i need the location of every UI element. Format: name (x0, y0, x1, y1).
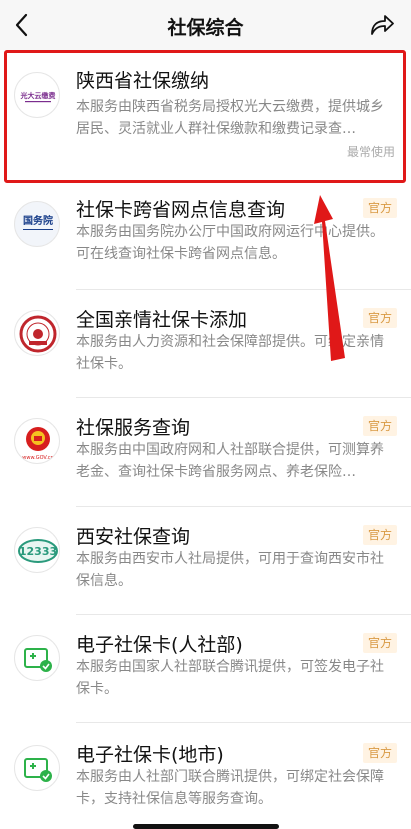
official-badge: 官方 (363, 308, 397, 328)
item-description: 本服务由西安市人社局提供，可用于查询西安市社保信息。 (76, 551, 384, 589)
item-title: 西安社保查询 (76, 526, 191, 548)
official-badge: 官方 (363, 633, 397, 653)
list-item[interactable]: www.GOV.cn 社保服务查询 官方 本服务由中国政府网和人社部联合提供，可… (0, 398, 411, 507)
e-social-card-icon (14, 635, 60, 681)
national-emblem-logo-icon: www.GOV.cn (14, 418, 60, 464)
hotline-12333-logo-icon: 12333 (14, 527, 60, 573)
logo-text: 12333 (19, 545, 57, 558)
item-title: 电子社保卡(人社部) (76, 634, 243, 656)
item-title: 社保服务查询 (76, 417, 191, 439)
state-council-logo-icon: 国务院 (14, 201, 60, 247)
share-icon[interactable] (367, 11, 395, 39)
item-description: 本服务由人社部门联合腾讯提供，可绑定社会保障卡，支持社保信息等服务查询。 (76, 769, 384, 807)
list-item[interactable]: 12333 西安社保查询 官方 本服务由西安市人社局提供，可用于查询西安市社保信… (0, 507, 411, 615)
item-title: 社保卡跨省网点信息查询 (76, 199, 286, 221)
list-item[interactable]: 电子社保卡(人社部) 官方 本服务由国家人社部联合腾讯提供，可签发电子社保卡。 (0, 615, 411, 723)
item-description: 本服务由国务院办公厅中国政府网运行中心提供。可在线查询社保卡跨省网点信息。 (76, 224, 384, 262)
logo-text: 国务院 (23, 214, 53, 227)
nav-bar: 社保综合 (0, 0, 411, 50)
item-description: 本服务由国家人社部联合腾讯提供，可签发电子社保卡。 (76, 659, 384, 697)
official-badge: 官方 (363, 416, 397, 436)
item-description: 本服务由人力资源和社会保障部提供。可绑定亲情社保卡。 (76, 334, 384, 372)
list-item[interactable]: 全国亲情社保卡添加 官方 本服务由人力资源和社会保障部提供。可绑定亲情社保卡。 (0, 290, 411, 398)
page-title: 社保综合 (167, 17, 244, 39)
mohrss-logo-icon (14, 310, 60, 356)
official-badge: 官方 (363, 525, 397, 545)
logo-text: www.GOV.cn (22, 455, 53, 461)
list-item[interactable]: 国务院 社保卡跨省网点信息查询 官方 本服务由国务院办公厅中国政府网运行中心提供… (0, 183, 411, 290)
official-badge: 官方 (363, 198, 397, 218)
home-indicator (133, 824, 279, 829)
official-badge: 官方 (363, 743, 397, 763)
highlight-box (4, 50, 406, 183)
item-description: 本服务由中国政府网和人社部联合提供，可测算养老金、查询社保卡跨省服务网点、养老保… (76, 442, 384, 480)
list-item[interactable]: 电子社保卡(地市) 官方 本服务由人社部门联合腾讯提供，可绑定社会保障卡，支持社… (0, 723, 411, 829)
item-title: 全国亲情社保卡添加 (76, 309, 248, 331)
e-social-card-icon (14, 745, 60, 791)
item-title: 电子社保卡(地市) (76, 744, 224, 766)
